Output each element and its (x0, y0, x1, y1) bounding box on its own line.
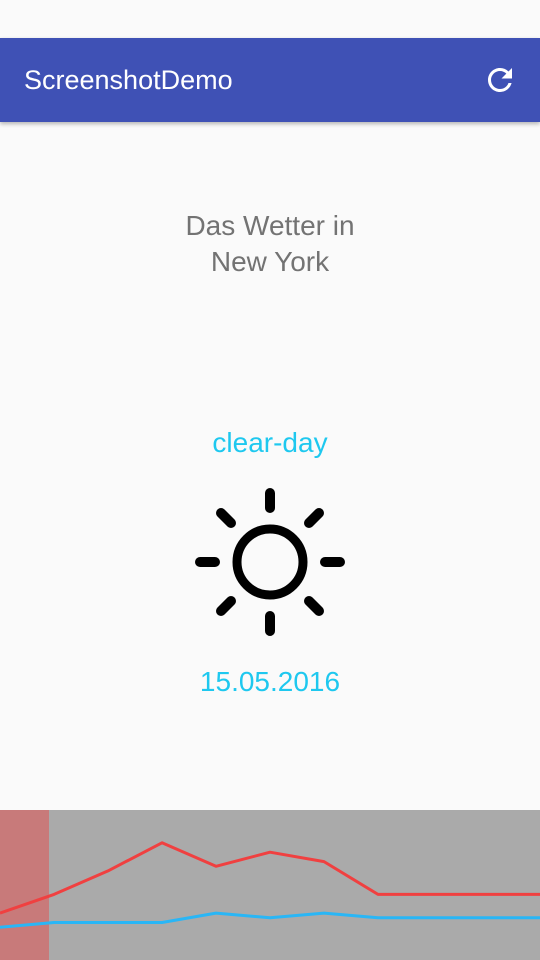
chart-point-2-2 (107, 922, 109, 923)
city-title-line1: Das Wetter in (185, 210, 355, 241)
chart-series-line-1 (0, 841, 540, 915)
app-title: ScreenshotDemo (24, 65, 233, 95)
refresh-icon (488, 68, 512, 92)
chart-point-1-8 (431, 893, 433, 895)
chart-point-1-1 (53, 893, 55, 895)
chart-point-2-7 (377, 917, 379, 919)
chart-point-2-6 (323, 912, 325, 914)
sun-icon (195, 488, 345, 636)
condition-label: clear-day (212, 427, 328, 458)
city-title: Das Wetter in New York (0, 208, 540, 280)
chart-highlight (0, 810, 49, 960)
chart-point-2-3 (161, 922, 163, 923)
chart-point-2-5 (269, 917, 271, 919)
main-content: Das Wetter in New York clear-day 15.05.2… (0, 122, 540, 810)
chart-point-2-8 (431, 917, 433, 919)
chart-point-1-9 (485, 893, 487, 895)
chart-point-1-5 (269, 851, 271, 853)
city-title-line2: New York (210, 246, 330, 277)
status-bar (0, 0, 540, 38)
app-bar: ScreenshotDemo (0, 38, 540, 122)
chart-point-1-7 (377, 893, 379, 895)
temperature-chart[interactable] (0, 810, 540, 960)
chart-series-line-2 (0, 911, 540, 929)
chart-point-2-1 (53, 922, 55, 923)
chart-point-2-9 (485, 917, 487, 919)
chart-point-1-6 (323, 861, 325, 863)
chart-point-1-4 (215, 865, 217, 867)
chart-point-1-3 (161, 842, 163, 844)
refresh-button[interactable] (478, 58, 522, 102)
chart-svg (0, 810, 540, 960)
date-label: 15.05.2016 (199, 666, 341, 697)
chart-point-1-2 (107, 870, 109, 872)
chart-point-2-4 (215, 912, 217, 914)
